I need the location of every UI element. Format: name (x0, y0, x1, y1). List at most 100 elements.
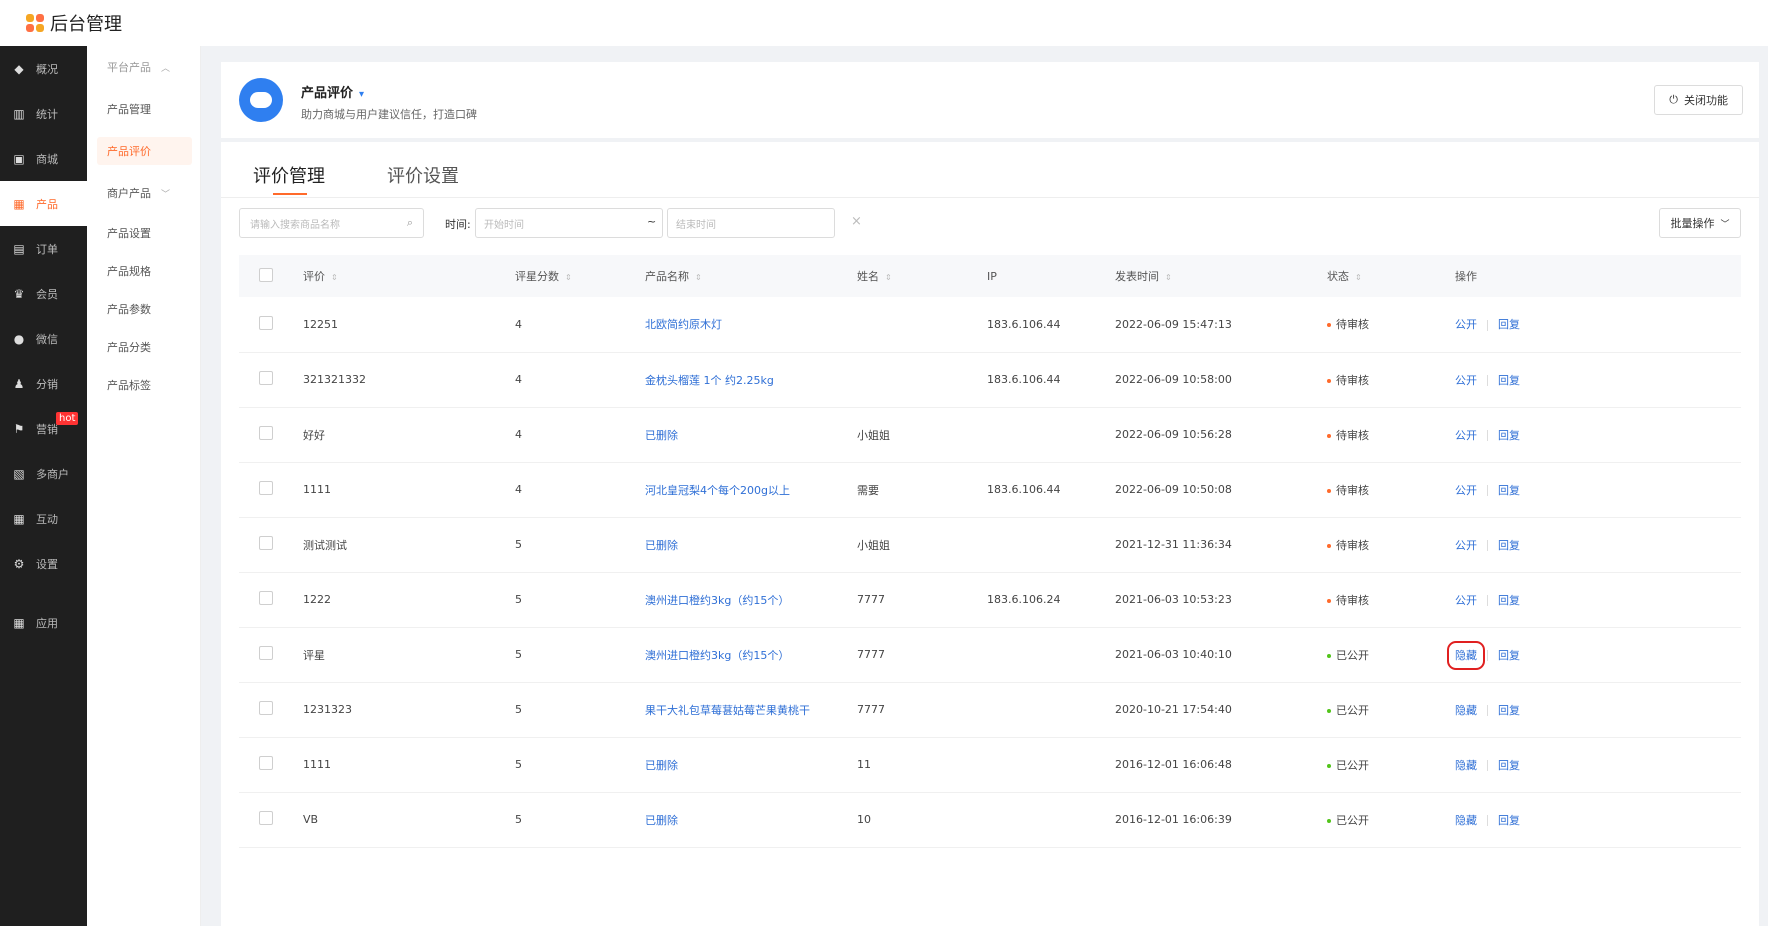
reply-button[interactable]: 回复 (1498, 704, 1520, 717)
hide-button[interactable]: 隐藏 (1455, 759, 1477, 772)
sort-icon[interactable]: ⇕ (565, 273, 572, 282)
subnav-item-product-category[interactable]: 产品分类 (87, 328, 200, 366)
cell-product-link[interactable]: 已删除 (645, 814, 678, 827)
divider (1487, 375, 1488, 386)
batch-operation-dropdown[interactable]: 批量操作 ﹀ (1659, 208, 1741, 238)
tab-review-settings[interactable]: 评价设置 (387, 162, 459, 188)
logo-icon (26, 14, 44, 32)
sidebar-item-12[interactable]: ▦ 应用 (0, 600, 87, 645)
row-checkbox[interactable] (259, 315, 273, 330)
publish-button[interactable]: 公开 (1455, 429, 1477, 442)
cell-score: 4 (515, 317, 522, 331)
cell-time: 2022-06-09 15:47:13 (1115, 317, 1232, 331)
col-header-name[interactable]: 姓名 ⇕ (857, 255, 987, 297)
crown-icon: ♛ (13, 286, 25, 301)
sub-sidebar: 平台产品 ︿ 产品管理 产品评价 商户产品 ﹀ 产品设置 产品规格 产品参数 产品分… (87, 46, 201, 926)
review-table: 评价 ⇕ 评星分数 ⇕ 产品名称 ⇕ 姓名 ⇕ IP 发表时间 ⇕ 状态 ⇕ 操作 1225… (239, 255, 1741, 848)
col-header-product[interactable]: 产品名称 ⇕ (645, 255, 857, 297)
row-checkbox[interactable] (259, 371, 273, 385)
sidebar-item-10[interactable]: ▦ 互动 (0, 496, 87, 541)
col-header-time[interactable]: 发表时间 ⇕ (1115, 255, 1327, 297)
subnav-item-product-spec[interactable]: 产品规格 (87, 252, 200, 290)
hide-button[interactable]: 隐藏 (1455, 704, 1477, 717)
cell-product-link[interactable]: 澳州进口橙约3kg（约15个） (645, 594, 789, 607)
reply-button[interactable]: 回复 (1498, 759, 1520, 772)
subnav-item-product-manage[interactable]: 产品管理 (87, 88, 200, 130)
col-header-review[interactable]: 评价 ⇕ (303, 255, 515, 297)
publish-button[interactable]: 公开 (1455, 318, 1477, 331)
reply-button[interactable]: 回复 (1498, 649, 1520, 662)
page-title: 产品评价 (301, 86, 354, 101)
subnav-item-product-tag[interactable]: 产品标签 (87, 366, 200, 404)
hide-button[interactable]: 隐藏 (1455, 814, 1477, 827)
publish-button[interactable]: 公开 (1455, 539, 1477, 552)
reply-button[interactable]: 回复 (1498, 484, 1520, 497)
reply-button[interactable]: 回复 (1498, 429, 1520, 442)
chart-icon: ▥ (13, 106, 25, 121)
subnav-group-merchant[interactable]: 商户产品 ﹀ (87, 172, 200, 214)
sidebar-item-11[interactable]: ⚙ 设置 (0, 541, 87, 586)
sidebar-item-0[interactable]: ◆ 概况 (0, 46, 87, 91)
reply-button[interactable]: 回复 (1498, 374, 1520, 387)
sidebar-item-4[interactable]: ▤ 订单 (0, 226, 87, 271)
subnav-item-product-review[interactable]: 产品评价 (97, 137, 192, 165)
row-checkbox[interactable] (259, 756, 273, 770)
cell-actions: 隐藏 回复 (1455, 682, 1741, 737)
sidebar-item-7[interactable]: ♟ 分销 (0, 361, 87, 406)
sidebar-item-1[interactable]: ▥ 统计 (0, 91, 87, 136)
publish-button[interactable]: 公开 (1455, 374, 1477, 387)
cell-product-link[interactable]: 已删除 (645, 539, 678, 552)
cell-name (857, 352, 987, 407)
sort-icon[interactable]: ⇕ (1355, 273, 1362, 282)
sort-icon[interactable]: ⇕ (695, 273, 702, 282)
sidebar-item-9[interactable]: ▧ 多商户 (0, 451, 87, 496)
sidebar-item-5[interactable]: ♛ 会员 (0, 271, 87, 316)
page-title-wrap[interactable]: 产品评价 ▾ (301, 82, 364, 101)
cell-status: 待审核 (1327, 572, 1455, 627)
cell-product-link[interactable]: 已删除 (645, 429, 678, 442)
cell-product-link[interactable]: 北欧简约原木灯 (645, 318, 722, 331)
end-date-input[interactable]: 结束时间 (667, 208, 835, 238)
row-checkbox[interactable] (259, 481, 273, 495)
tab-review-manage[interactable]: 评价管理 (253, 162, 325, 188)
row-checkbox[interactable] (259, 536, 273, 550)
subnav-item-product-settings[interactable]: 产品设置 (87, 214, 200, 252)
row-checkbox[interactable] (259, 646, 273, 660)
clear-icon[interactable]: × (851, 214, 862, 229)
sort-icon[interactable]: ⇕ (1165, 273, 1172, 282)
sidebar-item-3[interactable]: ▦ 产品 (0, 181, 87, 226)
row-checkbox[interactable] (259, 811, 273, 825)
row-checkbox[interactable] (259, 426, 273, 440)
search-input[interactable]: 请输入搜索商品名称 ⌕ (239, 208, 424, 238)
sidebar-item-8[interactable]: ⚑ 营销 hot (0, 406, 87, 451)
col-header-score[interactable]: 评星分数 ⇕ (515, 255, 645, 297)
table-row: 1231323 5 果干大礼包草莓葚姑莓芒果黄桃干 7777 2020-10-21 17… (239, 682, 1741, 737)
row-checkbox[interactable] (259, 701, 273, 715)
col-header-status[interactable]: 状态 ⇕ (1327, 255, 1455, 297)
sort-icon[interactable]: ⇕ (331, 273, 338, 282)
subnav-group-platform[interactable]: 平台产品 ︿ (87, 46, 200, 88)
table-row: VB 5 已删除 10 2016-12-01 16:06:39 已公开 隐藏 回复 (239, 792, 1741, 847)
sidebar-item-6[interactable]: ● 微信 (0, 316, 87, 361)
reply-button[interactable]: 回复 (1498, 594, 1520, 607)
sort-icon[interactable]: ⇕ (885, 273, 892, 282)
cell-product-link[interactable]: 果干大礼包草莓葚姑莓芒果黄桃干 (645, 704, 810, 717)
reply-button[interactable]: 回复 (1498, 814, 1520, 827)
publish-button[interactable]: 公开 (1455, 594, 1477, 607)
close-feature-button[interactable]: ⏻ 关闭功能 (1654, 85, 1743, 115)
sidebar-item-2[interactable]: ▣ 商城 (0, 136, 87, 181)
cell-product-link[interactable]: 金枕头榴莲 1个 约2.25kg (645, 374, 774, 387)
start-date-input[interactable]: 开始时间 (475, 208, 663, 238)
subnav-item-product-param[interactable]: 产品参数 (87, 290, 200, 328)
cell-product-link[interactable]: 澳州进口橙约3kg（约15个） (645, 649, 789, 662)
hide-button[interactable]: 隐藏 (1447, 640, 1485, 670)
cell-product-link[interactable]: 已删除 (645, 759, 678, 772)
reply-button[interactable]: 回复 (1498, 318, 1520, 331)
search-icon[interactable]: ⌕ (407, 216, 413, 230)
reply-button[interactable]: 回复 (1498, 539, 1520, 552)
publish-button[interactable]: 公开 (1455, 484, 1477, 497)
row-checkbox[interactable] (259, 591, 273, 605)
cell-product-link[interactable]: 河北皇冠梨4个每个200g以上 (645, 484, 790, 497)
select-all-checkbox[interactable] (259, 267, 273, 282)
status-text: 待审核 (1336, 538, 1369, 552)
